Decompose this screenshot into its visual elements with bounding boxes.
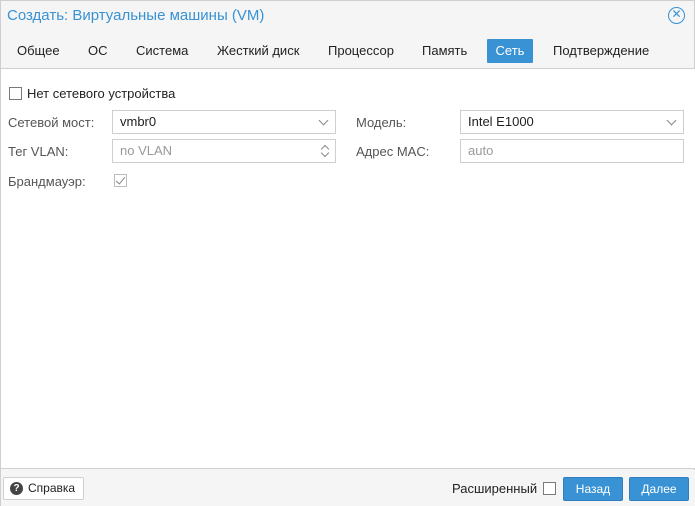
mac-placeholder: auto (468, 143, 494, 158)
model-label: Модель: (356, 115, 407, 130)
mac-label: Адрес MAC: (356, 144, 430, 159)
close-icon[interactable]: ✕ (668, 7, 685, 24)
tab-cpu[interactable]: Процессор (321, 39, 401, 63)
help-button[interactable]: ? Справка (3, 477, 84, 500)
no-network-label: Нет сетевого устройства (27, 86, 176, 101)
vlan-label: Тег VLAN: (8, 144, 69, 159)
dialog-titlebar: Создать: Виртуальные машины (VM) ✕ (1, 1, 694, 31)
tab-system[interactable]: Система (129, 39, 195, 63)
tab-confirm[interactable]: Подтверждение (546, 39, 656, 63)
model-select[interactable]: Intel E1000 (460, 110, 684, 134)
wizard-tabs: Общее ОС Система Жесткий диск Процессор … (1, 37, 694, 67)
tab-os[interactable]: ОС (81, 39, 115, 63)
bridge-select[interactable]: vmbr0 (112, 110, 336, 134)
help-icon: ? (10, 482, 23, 495)
chevron-down-icon[interactable] (318, 115, 329, 126)
chevron-down-icon[interactable] (666, 115, 677, 126)
network-form-panel: Нет сетевого устройства Сетевой мост: vm… (1, 68, 695, 469)
tab-general[interactable]: Общее (10, 39, 67, 63)
create-vm-dialog: Создать: Виртуальные машины (VM) ✕ Общее… (0, 0, 695, 506)
tab-memory[interactable]: Память (415, 39, 474, 63)
tab-network[interactable]: Сеть (487, 39, 533, 63)
firewall-label: Брандмауэр: (8, 174, 86, 189)
firewall-checkbox[interactable] (114, 174, 127, 187)
vlan-placeholder: no VLAN (120, 143, 173, 158)
model-value: Intel E1000 (468, 114, 534, 129)
back-button[interactable]: Назад (563, 477, 623, 501)
dialog-footer: ? Справка Расширенный Назад Далее (1, 470, 695, 506)
help-button-label: Справка (28, 481, 76, 495)
advanced-checkbox[interactable] (543, 482, 556, 495)
bridge-value: vmbr0 (120, 114, 157, 129)
bridge-label: Сетевой мост: (8, 115, 95, 130)
vlan-input[interactable]: no VLAN (112, 139, 336, 163)
next-button[interactable]: Далее (629, 477, 689, 501)
tab-hard-disk[interactable]: Жесткий диск (210, 39, 306, 63)
advanced-label: Расширенный (452, 481, 538, 496)
mac-input[interactable]: auto (460, 139, 684, 163)
dialog-title: Создать: Виртуальные машины (VM) (7, 7, 265, 24)
no-network-checkbox[interactable] (9, 87, 22, 100)
